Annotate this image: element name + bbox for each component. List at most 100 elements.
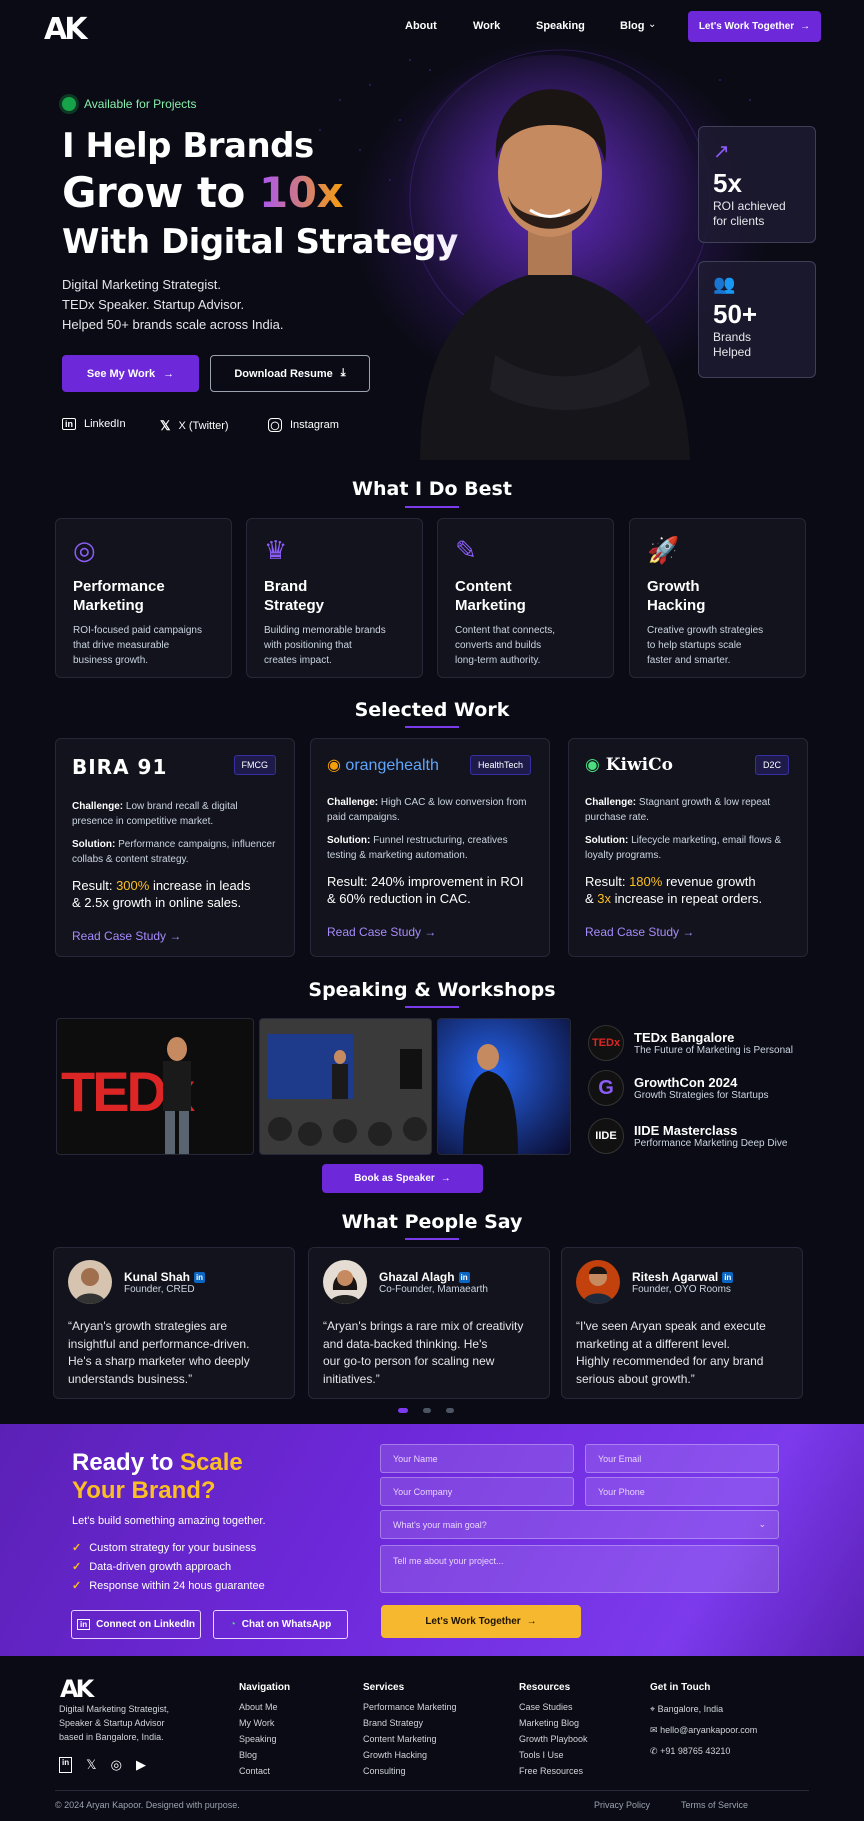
social-linkedin-label: LinkedIn — [84, 418, 126, 430]
nav-cta-button[interactable]: Let's Work Together → — [688, 11, 821, 42]
title-underline — [405, 1238, 459, 1240]
see-my-work-button[interactable]: See My Work → — [62, 355, 199, 392]
contact-email[interactable]: hello@aryankapoor.com — [660, 1725, 757, 1735]
carousel-dot[interactable] — [423, 1408, 431, 1413]
submit-work-together-button[interactable]: Let's Work Together → — [381, 1605, 581, 1638]
footer-link[interactable]: Growth Hacking — [363, 1747, 457, 1763]
hero-heading-10x: 10x — [259, 168, 344, 217]
nav-work[interactable]: Work — [473, 20, 500, 32]
email-field[interactable]: Your Email — [585, 1444, 779, 1473]
nav-blog[interactable]: Blog — [620, 20, 644, 32]
event-subtitle: Performance Marketing Deep Dive — [634, 1138, 788, 1149]
social-instagram[interactable]: ◯ Instagram — [268, 418, 339, 432]
event-title: IIDE Masterclass — [634, 1123, 738, 1138]
footer-link[interactable]: Brand Strategy — [363, 1715, 457, 1731]
event-tedx-bangalore[interactable]: TEDx TEDx Bangalore The Future of Marketi… — [588, 1025, 793, 1061]
testimonial-quote: “Aryan's brings a rare mix of creativity — [323, 1319, 524, 1333]
social-linkedin[interactable]: in LinkedIn — [62, 418, 126, 430]
result-highlight: 180% — [629, 874, 663, 889]
stat-card-brands: 👥 50+ Brands Helped — [698, 261, 816, 378]
cta-checklist: ✓ Custom strategy for your business ✓ Data… — [72, 1541, 265, 1598]
linkedin-icon[interactable]: in — [722, 1271, 734, 1283]
youtube-icon[interactable]: ▶ — [136, 1757, 146, 1773]
footer-link[interactable]: Content Marketing — [363, 1731, 457, 1747]
result-label: Result: — [585, 874, 630, 889]
event-subtitle: The Future of Marketing is Personal — [634, 1045, 793, 1056]
service-card-brand[interactable]: ♛ Brand Strategy Building memorable bran… — [246, 518, 423, 678]
photo-mic-speaker — [437, 1018, 571, 1155]
nav-speaking[interactable]: Speaking — [536, 20, 585, 32]
result-highlight: 240% — [371, 874, 405, 889]
brand-name: orangehealth — [345, 757, 439, 774]
linkedin-icon[interactable]: in — [194, 1271, 206, 1283]
event-iide-masterclass[interactable]: IIDE IIDE Masterclass Performance Marketi… — [588, 1118, 787, 1154]
footer-link[interactable]: Growth Playbook — [519, 1731, 588, 1747]
nav-about[interactable]: About — [405, 20, 437, 32]
photo-tedx-talk: TEDx — [56, 1018, 254, 1155]
read-case-study-link[interactable]: Read Case Study → — [585, 925, 791, 939]
case-card-bira: BIRA 91 FMCG Challenge: Low brand recall… — [55, 738, 295, 957]
service-card-content[interactable]: ✎ Content Marketing Content that connect… — [437, 518, 614, 678]
service-desc: creates impact. — [264, 655, 332, 666]
service-card-performance[interactable]: ◎ Performance Marketing ROI-focused paid… — [55, 518, 232, 678]
instagram-icon[interactable]: ◎ — [111, 1757, 122, 1773]
linkedin-icon[interactable]: in — [59, 1757, 73, 1773]
read-case-study-label: Read Case Study — [327, 925, 422, 939]
read-case-study-link[interactable]: Read Case Study → — [327, 925, 533, 939]
stat-value: 50+ — [713, 299, 758, 329]
company-field[interactable]: Your Company — [380, 1477, 574, 1506]
service-title: Marketing — [73, 597, 144, 614]
map-pin-icon: ⌖ — [650, 1704, 656, 1714]
download-resume-button[interactable]: Download Resume ⤓ — [210, 355, 370, 392]
site-logo[interactable]: AK — [44, 12, 88, 47]
result-text: increase in repeat orders. — [611, 891, 763, 906]
service-desc: converts and builds — [455, 640, 542, 651]
phone-icon: ✆ — [650, 1746, 658, 1756]
hero-heading-grow: Grow to — [62, 168, 260, 217]
footer-link[interactable]: Case Studies — [519, 1699, 588, 1715]
terms-link[interactable]: Terms of Service — [681, 1800, 748, 1810]
social-instagram-label: Instagram — [290, 419, 339, 431]
chat-whatsapp-button[interactable]: ◔ Chat on WhatsApp — [213, 1610, 348, 1639]
footer-link[interactable]: Free Resources — [519, 1763, 588, 1779]
chevron-down-icon[interactable]: ⌄ — [648, 19, 656, 30]
footer-link[interactable]: My Work — [239, 1715, 290, 1731]
footer-link[interactable]: Speaking — [239, 1731, 290, 1747]
submit-label: Let's Work Together — [425, 1616, 521, 1627]
footer-logo[interactable]: AK — [60, 1675, 94, 1703]
name-field[interactable]: Your Name — [380, 1444, 574, 1473]
footer-link[interactable]: Blog — [239, 1747, 290, 1763]
footer-link[interactable]: Performance Marketing — [363, 1699, 457, 1715]
carousel-dot-active[interactable] — [398, 1408, 408, 1413]
goal-select[interactable]: What's your main goal? ⌄ — [380, 1510, 779, 1539]
event-growthcon[interactable]: G GrowthCon 2024 Growth Strategies for St… — [588, 1070, 769, 1106]
hero-portrait — [400, 55, 700, 460]
footer-link[interactable]: Consulting — [363, 1763, 457, 1779]
x-icon[interactable]: 𝕏 — [86, 1757, 96, 1773]
testimonial-name: Ritesh Agarwal — [632, 1269, 719, 1284]
linkedin-icon[interactable]: in — [458, 1271, 470, 1283]
rocket-icon: 🚀 — [647, 535, 680, 565]
footer-link[interactable]: Tools I Use — [519, 1747, 588, 1763]
social-x[interactable]: 𝕏 X (Twitter) — [160, 418, 229, 434]
project-message-field[interactable]: Tell me about your project... — [380, 1545, 779, 1593]
footer-link[interactable]: About Me — [239, 1699, 290, 1715]
stat-label: Brands — [713, 330, 752, 344]
read-case-study-link[interactable]: Read Case Study → — [72, 929, 278, 943]
carousel-dot[interactable] — [446, 1408, 454, 1413]
download-icon: ⤓ — [340, 367, 346, 379]
book-speaker-button[interactable]: Book as Speaker → — [322, 1164, 483, 1193]
checklist-item: Data-driven growth approach — [89, 1560, 232, 1573]
connect-linkedin-button[interactable]: in Connect on LinkedIn — [71, 1610, 201, 1639]
contact-phone[interactable]: +91 98765 43210 — [660, 1746, 730, 1756]
footer-link[interactable]: Marketing Blog — [519, 1715, 588, 1731]
see-my-work-label: See My Work — [86, 367, 156, 380]
footer-socials: in 𝕏 ◎ ▶ — [59, 1757, 146, 1773]
footer-link[interactable]: Contact — [239, 1763, 290, 1779]
service-card-growth[interactable]: 🚀 Growth Hacking Creative growth strateg… — [629, 518, 806, 678]
phone-field[interactable]: Your Phone — [585, 1477, 779, 1506]
result-highlight: 3x — [597, 891, 612, 906]
cta-heading-highlight: Scale — [180, 1449, 243, 1476]
privacy-policy-link[interactable]: Privacy Policy — [594, 1800, 650, 1810]
service-title: Marketing — [455, 597, 526, 614]
